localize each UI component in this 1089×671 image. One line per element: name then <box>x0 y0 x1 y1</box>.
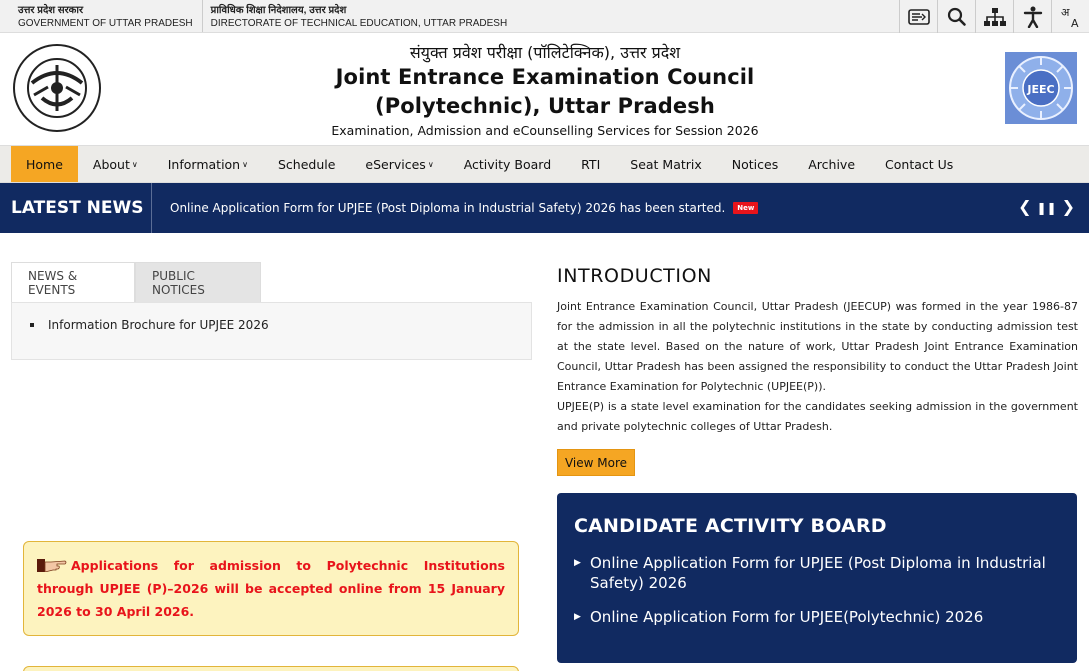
nav-item-home[interactable]: Home <box>11 146 78 182</box>
nav-item-information[interactable]: Information ∨ <box>153 146 263 182</box>
search-icon <box>947 7 966 26</box>
gov-top-bar: उत्तर प्रदेश सरकार GOVERNMENT OF UTTAR P… <box>0 0 1089 33</box>
nav-item-label: Archive <box>808 156 856 172</box>
ticker-controls: ❮ ❚❚ ❯ <box>1018 200 1075 216</box>
chevron-down-icon: ∨ <box>131 159 138 169</box>
nav-item-label: Schedule <box>277 156 336 172</box>
chevron-down-icon: ∨ <box>242 159 248 169</box>
jeec-logo-text: JEEC <box>1026 83 1054 96</box>
language-button[interactable]: अA <box>1051 0 1089 33</box>
activity-item[interactable]: ▶ Online Application Form for UPJEE (Post… <box>574 553 1059 593</box>
nav-item-label: Notices <box>731 156 779 172</box>
introduction-section: INTRODUCTION Joint Entrance Examination … <box>557 265 1078 437</box>
news-item-label: Information Brochure for UPJEE 2026 <box>48 318 269 332</box>
second-notice-box <box>23 666 519 671</box>
latest-news-label: LATEST NEWS <box>0 183 152 233</box>
main-navigation: Home About ∨ Information ∨ Schedule eServices ∨… <box>0 145 1089 183</box>
accessibility-button[interactable] <box>1013 0 1051 33</box>
nav-item-label: Seat Matrix <box>630 156 702 172</box>
dte-hindi: प्राविधिक शिक्षा निदेशालय, उत्तर प्रदेश <box>210 5 347 16</box>
nav-item-label: Contact Us <box>885 156 954 172</box>
ticker-pause-icon[interactable]: ❚❚ <box>1036 200 1056 216</box>
chevron-down-icon: ∨ <box>427 159 434 169</box>
sitemap-icon <box>983 7 1006 26</box>
nav-item-contact-us[interactable]: Contact Us <box>870 146 968 182</box>
triangle-bullet-icon: ▶ <box>574 612 581 622</box>
dte-english: DIRECTORATE OF TECHNICAL EDUCATION, UTTA… <box>210 18 508 29</box>
triangle-bullet-icon: ▶ <box>574 558 581 568</box>
activity-item-label: Online Application Form for UPJEE (Post … <box>590 554 1046 592</box>
list-item[interactable]: Information Brochure for UPJEE 2026 <box>30 318 531 332</box>
utility-tools: अA <box>899 0 1089 33</box>
nav-item-activity-board[interactable]: Activity Board <box>449 146 566 182</box>
gov-up-english: GOVERNMENT OF UTTAR PRADESH <box>18 18 193 29</box>
news-tabs: NEWS & EVENTS PUBLIC NOTICES Information… <box>11 262 532 360</box>
council-subtitle: Examination, Admission and eCounselling … <box>331 123 759 138</box>
language-icon: अA <box>1061 6 1079 29</box>
tab-bar: NEWS & EVENTS PUBLIC NOTICES <box>11 262 532 302</box>
sitemap-button[interactable] <box>975 0 1013 33</box>
nav-item-label: RTI <box>581 156 601 172</box>
nav-item-about[interactable]: About ∨ <box>78 146 153 182</box>
activity-item[interactable]: ▶ Online Application Form for UPJEE(Polyt… <box>574 607 1059 627</box>
nav-item-label: eServices <box>365 156 426 172</box>
candidate-activity-board: CANDIDATE ACTIVITY BOARD ▶ Online Applica… <box>557 493 1077 663</box>
nav-item-seat-matrix[interactable]: Seat Matrix <box>615 146 717 182</box>
pointing-hand-icon <box>37 559 67 572</box>
introduction-paragraph-1: Joint Entrance Examination Council, Utta… <box>557 300 1078 393</box>
tab-public-notices[interactable]: PUBLIC NOTICES <box>135 262 261 302</box>
council-title-line1: Joint Entrance Examination Council <box>335 65 755 89</box>
gov-up-label: उत्तर प्रदेश सरकार GOVERNMENT OF UTTAR P… <box>0 0 202 32</box>
nav-item-rti[interactable]: RTI <box>566 146 615 182</box>
jeec-logo-icon: JEEC <box>1005 52 1077 124</box>
council-title-line2: (Polytechnic), Uttar Pradesh <box>375 94 715 118</box>
emblem-icon <box>13 44 101 132</box>
accessibility-icon <box>1023 6 1042 28</box>
nav-item-eservices[interactable]: eServices ∨ <box>350 146 448 182</box>
notice-text: Applications for admission to Polytechni… <box>37 558 505 619</box>
dte-label: प्राविधिक शिक्षा निदेशालय, उत्तर प्रदेश … <box>201 0 517 32</box>
nav-item-label: Activity Board <box>463 156 552 172</box>
council-title-block: संयुक्त प्रवेश परीक्षा (पॉलिटेक्निक), उत… <box>230 43 860 139</box>
nav-item-label: About <box>92 156 130 172</box>
ticker-prev-icon[interactable]: ❮ <box>1018 200 1031 216</box>
up-government-emblem[interactable] <box>12 43 102 133</box>
nav-item-archive[interactable]: Archive <box>793 146 870 182</box>
new-badge: New <box>733 202 759 214</box>
bullet-icon <box>30 323 34 327</box>
activity-board-heading: CANDIDATE ACTIVITY BOARD <box>574 515 887 537</box>
news-events-panel: Information Brochure for UPJEE 2026 <box>11 302 532 360</box>
introduction-paragraph-2: UPJEE(P) is a state level examination fo… <box>557 400 1078 433</box>
nav-item-label: Home <box>26 156 63 172</box>
svg-text:अ: अ <box>1061 6 1070 19</box>
view-more-button[interactable]: View More <box>557 449 635 476</box>
council-hindi-title: संयुक्त प्रवेश परीक्षा (पॉलिटेक्निक), उत… <box>409 43 681 62</box>
admission-notice: Applications for admission to Polytechni… <box>23 541 519 636</box>
site-header: संयुक्त प्रवेश परीक्षा (पॉलिटेक्निक), उत… <box>0 33 1089 145</box>
svg-text:A: A <box>1071 17 1079 29</box>
search-button[interactable] <box>937 0 975 33</box>
jeec-logo[interactable]: JEEC <box>1005 52 1077 124</box>
nav-item-schedule[interactable]: Schedule <box>263 146 350 182</box>
skip-to-content-icon <box>907 8 930 25</box>
nav-item-label: Information <box>167 156 241 172</box>
latest-news-ticker: LATEST NEWS Online Application Form for … <box>0 183 1089 233</box>
ticker-next-icon[interactable]: ❯ <box>1062 200 1075 216</box>
skip-to-content-button[interactable] <box>899 0 937 33</box>
tab-news-events[interactable]: NEWS & EVENTS <box>11 262 135 302</box>
gov-up-hindi: उत्तर प्रदेश सरकार <box>18 5 84 16</box>
activity-item-label: Online Application Form for UPJEE(Polyte… <box>590 608 984 626</box>
introduction-heading: INTRODUCTION <box>557 265 712 287</box>
ticker-item[interactable]: Online Application Form for UPJEE (Post … <box>152 201 759 215</box>
ticker-text: Online Application Form for UPJEE (Post … <box>170 201 726 215</box>
nav-item-notices[interactable]: Notices <box>717 146 793 182</box>
